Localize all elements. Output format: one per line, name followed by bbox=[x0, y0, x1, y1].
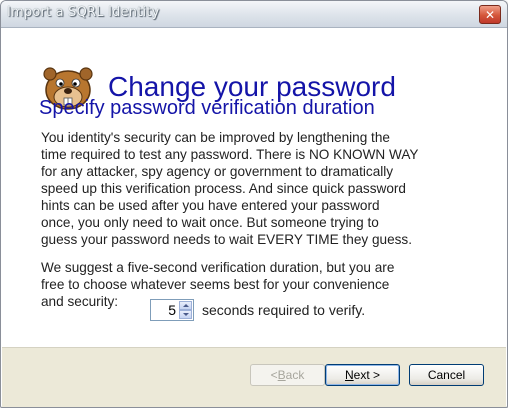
paragraph-line: free to choose whatever seems best for y… bbox=[41, 277, 390, 292]
paragraph-line: speed up this verification process. And … bbox=[41, 181, 406, 196]
title-bar[interactable]: Import a SQRL Identity ✕ bbox=[1, 1, 507, 28]
section-heading: Specify password verification duration bbox=[39, 97, 375, 119]
next-mnemonic: N bbox=[344, 368, 354, 382]
duration-spinner[interactable]: 5 bbox=[150, 299, 194, 321]
paragraph-line: You identity's security can be improved … bbox=[41, 130, 390, 145]
arrow-up-icon bbox=[182, 304, 189, 307]
duration-label: seconds required to verify. bbox=[202, 302, 366, 318]
button-bar: < Back Next > Cancel bbox=[2, 347, 506, 407]
back-button[interactable]: < Back bbox=[250, 364, 325, 386]
paragraph-line: time required to test any password. Ther… bbox=[41, 147, 419, 162]
explanation-paragraph: You identity's security can be improved … bbox=[41, 129, 418, 248]
close-button[interactable]: ✕ bbox=[479, 5, 501, 24]
paragraph-line: once, you only need to wait once. But so… bbox=[41, 215, 379, 230]
next-button[interactable]: Next > bbox=[325, 364, 400, 386]
spinner-up-button[interactable] bbox=[179, 301, 192, 310]
close-icon: ✕ bbox=[484, 7, 496, 22]
paragraph-line: We suggest a five-second verification du… bbox=[41, 260, 395, 275]
arrow-down-icon bbox=[182, 313, 189, 316]
duration-value[interactable]: 5 bbox=[168, 302, 176, 318]
spinner-down-button[interactable] bbox=[179, 310, 192, 319]
cancel-button[interactable]: Cancel bbox=[409, 364, 484, 386]
paragraph-line: guess your password needs to wait EVERY … bbox=[41, 232, 413, 247]
next-label: ext > bbox=[353, 368, 381, 382]
window-title: Import a SQRL Identity bbox=[7, 5, 160, 20]
paragraph-line: hints can be used after you have entered… bbox=[41, 198, 380, 213]
paragraph-line: for any attacker, spy agency or governme… bbox=[41, 164, 394, 179]
back-label: ack bbox=[285, 368, 305, 382]
back-mnemonic: B bbox=[277, 368, 286, 382]
dialog-window: Import a SQRL Identity ✕ Change your pas… bbox=[0, 0, 508, 408]
back-prefix: < bbox=[270, 368, 278, 382]
